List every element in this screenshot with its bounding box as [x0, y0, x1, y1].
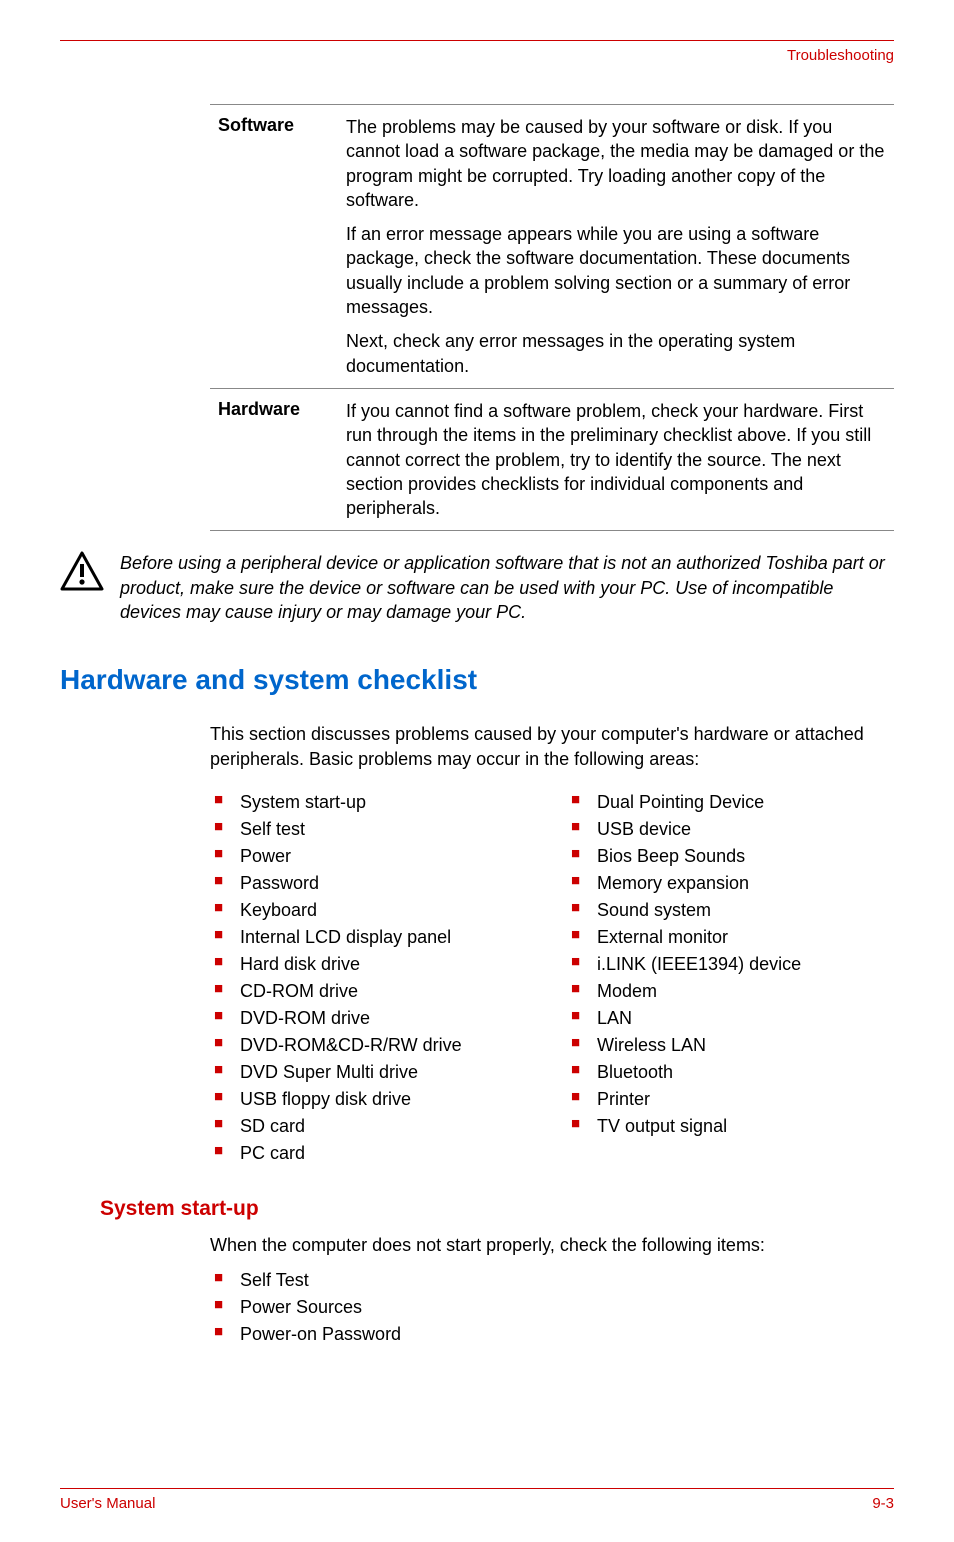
list-item: i.LINK (IEEE1394) device	[567, 951, 894, 978]
caution-text: Before using a peripheral device or appl…	[110, 551, 894, 624]
list-item: DVD-ROM drive	[210, 1005, 537, 1032]
list-item: LAN	[567, 1005, 894, 1032]
section-heading: Hardware and system checklist	[60, 664, 894, 696]
subsection-intro: When the computer does not start properl…	[210, 1233, 894, 1257]
list-item: Bluetooth	[567, 1059, 894, 1086]
startup-checklist: Self Test Power Sources Power-on Passwor…	[210, 1267, 894, 1348]
table-row: Hardware If you cannot find a software p…	[210, 389, 894, 530]
section-intro: This section discusses problems caused b…	[210, 722, 894, 771]
checklist-col1: System start-up Self test Power Password…	[210, 789, 537, 1167]
para: If an error message appears while you ar…	[346, 222, 886, 319]
list-item: CD-ROM drive	[210, 978, 537, 1005]
list-item: Sound system	[567, 897, 894, 924]
list-item: Keyboard	[210, 897, 537, 924]
page-footer: User's Manual 9-3	[60, 1488, 894, 1512]
caution-note: Before using a peripheral device or appl…	[60, 551, 894, 624]
subsection-heading: System start-up	[100, 1197, 894, 1221]
list-item: Power-on Password	[210, 1321, 894, 1348]
list-item: TV output signal	[567, 1113, 894, 1140]
warning-icon	[60, 551, 110, 596]
list-item: Internal LCD display panel	[210, 924, 537, 951]
list-item: PC card	[210, 1140, 537, 1167]
list-item: DVD Super Multi drive	[210, 1059, 537, 1086]
header-section-title: Troubleshooting	[60, 47, 894, 64]
list-item: Memory expansion	[567, 870, 894, 897]
para: Next, check any error messages in the op…	[346, 329, 886, 378]
list-item: Printer	[567, 1086, 894, 1113]
list-item: Dual Pointing Device	[567, 789, 894, 816]
list-item: External monitor	[567, 924, 894, 951]
list-item: Password	[210, 870, 537, 897]
footer-left: User's Manual	[60, 1495, 155, 1512]
table-row: Software The problems may be caused by y…	[210, 105, 894, 389]
list-item: Wireless LAN	[567, 1032, 894, 1059]
footer-right: 9-3	[872, 1495, 894, 1512]
para: The problems may be caused by your softw…	[346, 115, 886, 212]
list-item: Modem	[567, 978, 894, 1005]
checklist-col2: Dual Pointing Device USB device Bios Bee…	[567, 789, 894, 1140]
list-item: System start-up	[210, 789, 537, 816]
list-item: Bios Beep Sounds	[567, 843, 894, 870]
list-item: SD card	[210, 1113, 537, 1140]
list-item: Self test	[210, 816, 537, 843]
list-item: Self Test	[210, 1267, 894, 1294]
row-body-hardware: If you cannot find a software problem, c…	[340, 389, 894, 530]
list-item: Hard disk drive	[210, 951, 537, 978]
row-label-software: Software	[210, 105, 340, 388]
list-item: DVD-ROM&CD-R/RW drive	[210, 1032, 537, 1059]
para: If you cannot find a software problem, c…	[346, 399, 886, 520]
list-item: Power Sources	[210, 1294, 894, 1321]
row-label-hardware: Hardware	[210, 389, 340, 530]
checklist-columns: System start-up Self test Power Password…	[210, 789, 894, 1167]
list-item: USB floppy disk drive	[210, 1086, 537, 1113]
list-item: Power	[210, 843, 537, 870]
problem-table: Software The problems may be caused by y…	[210, 104, 894, 531]
row-body-software: The problems may be caused by your softw…	[340, 105, 894, 388]
list-item: USB device	[567, 816, 894, 843]
